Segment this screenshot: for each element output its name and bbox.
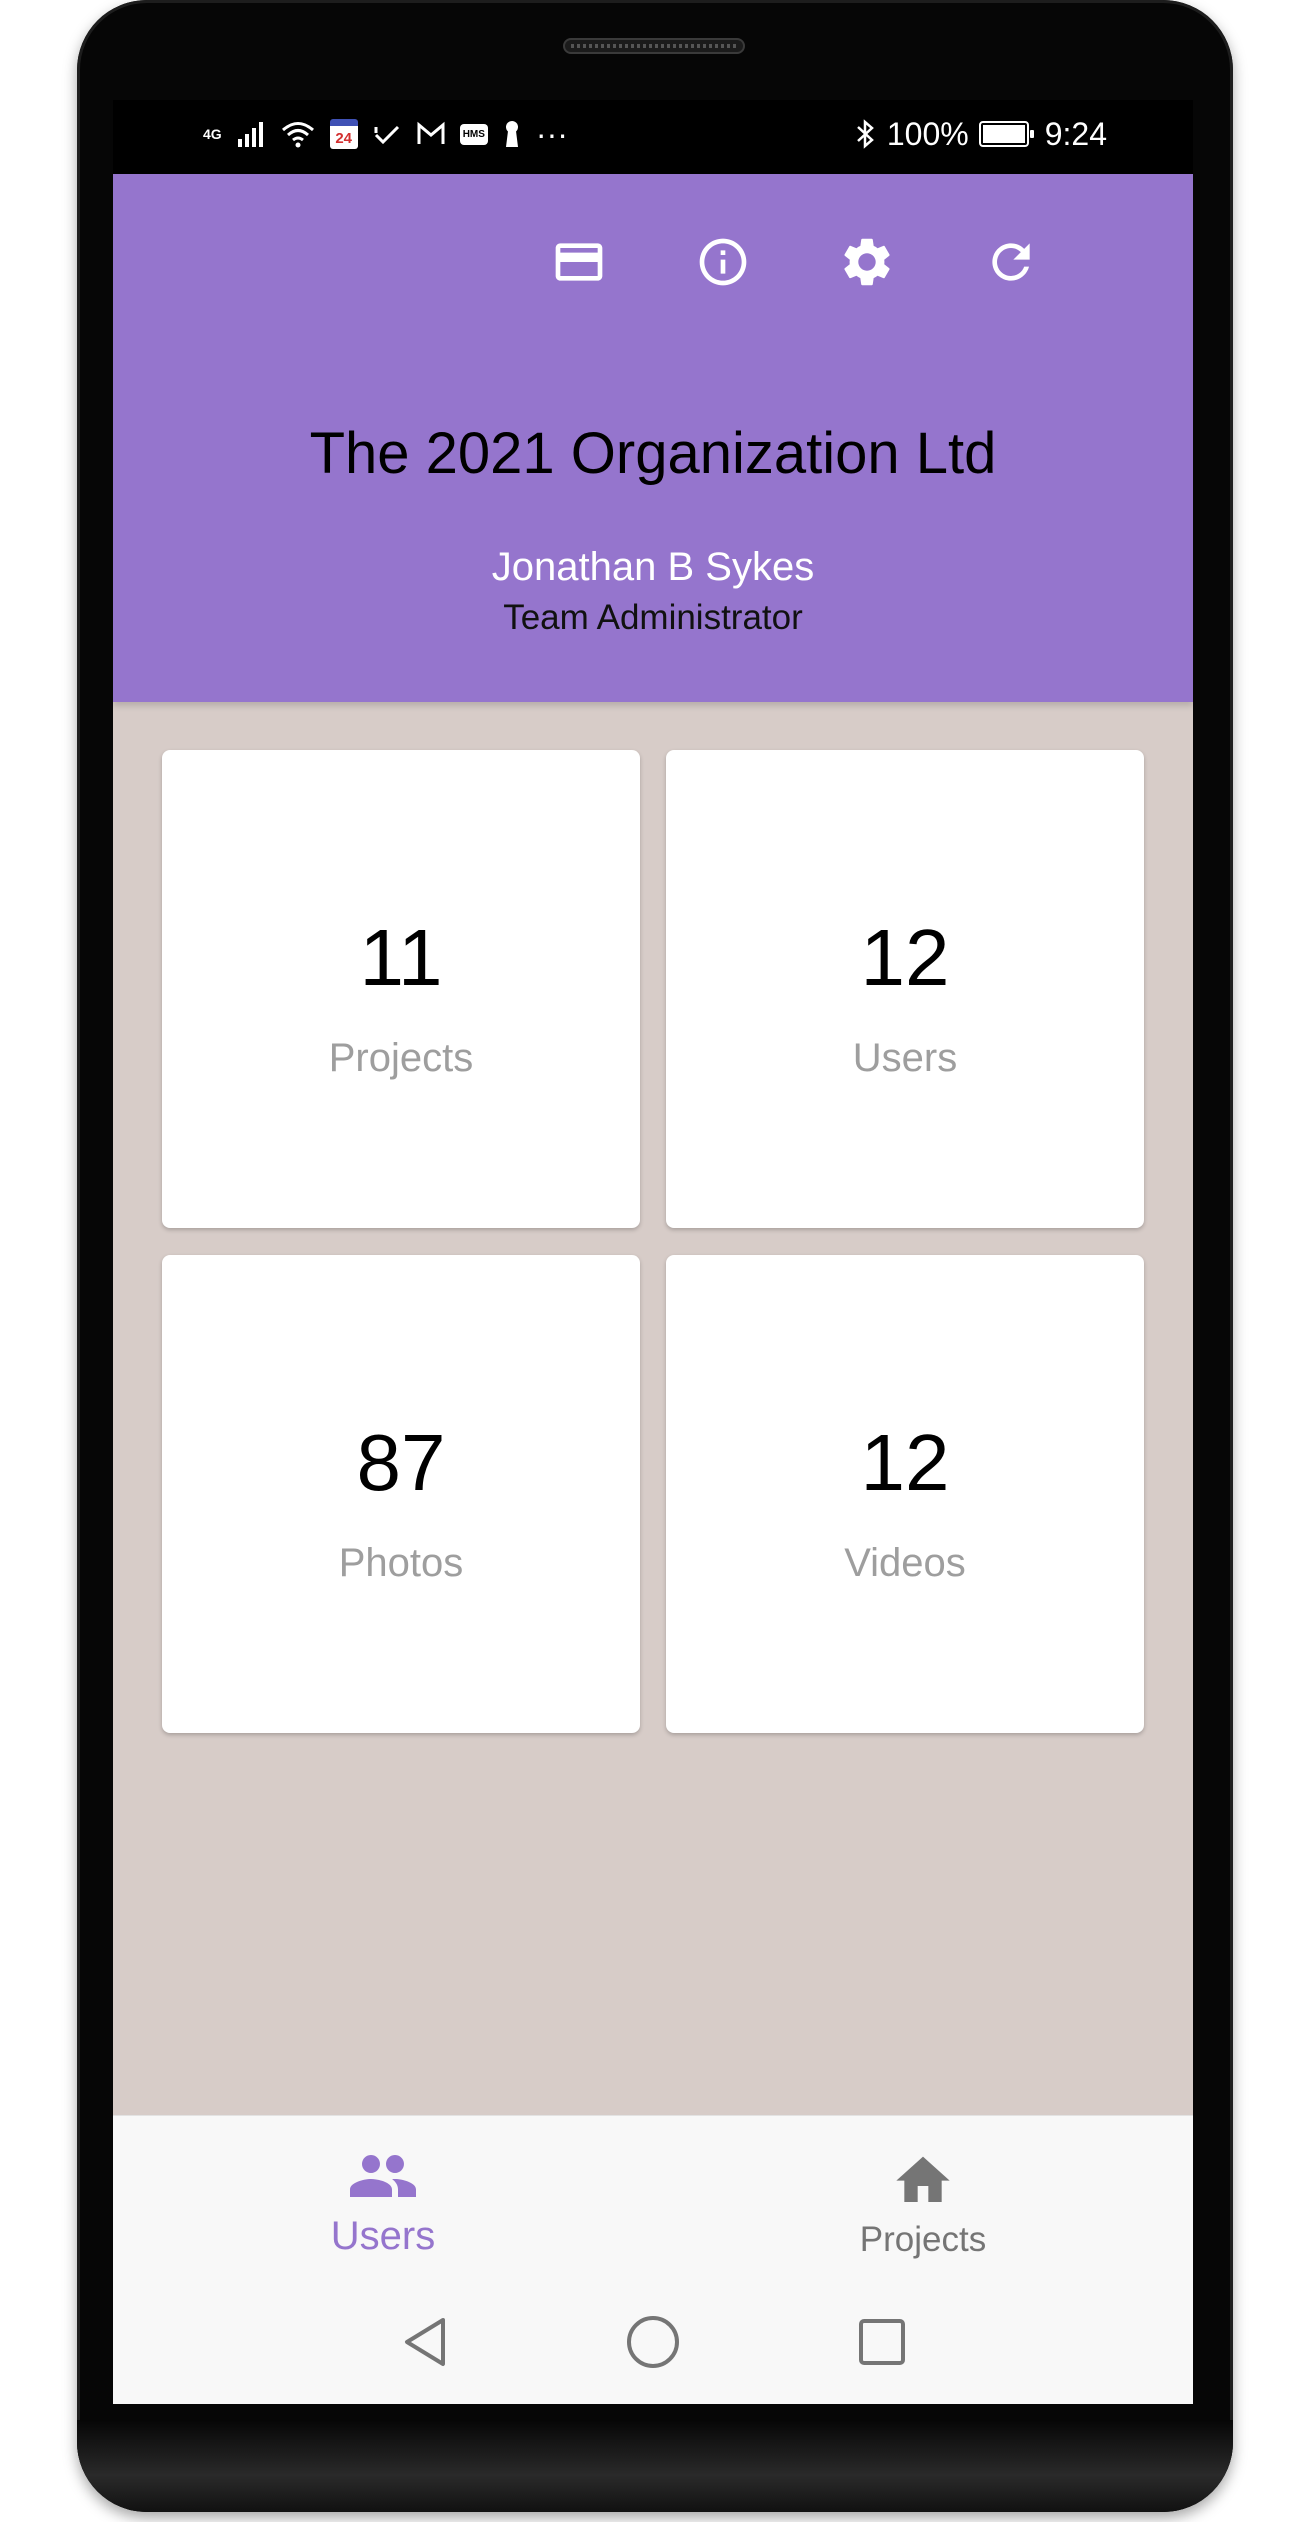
nav-icon-wrap bbox=[113, 2148, 653, 2204]
stat-card-photos[interactable]: 87 Photos bbox=[162, 1255, 640, 1733]
org-title: The 2021 Organization Ltd bbox=[309, 421, 997, 486]
recents-icon bbox=[859, 2319, 905, 2365]
speaker-grille bbox=[563, 38, 745, 54]
org-header: The 2021 Organization Ltd Jonathan B Syk… bbox=[113, 174, 1193, 702]
billing-button[interactable] bbox=[543, 226, 615, 298]
stat-card-users[interactable]: 12 Users bbox=[666, 750, 1144, 1228]
phone-frame-bottom bbox=[77, 2420, 1233, 2512]
network-type: 4G bbox=[203, 126, 222, 142]
refresh-button[interactable] bbox=[975, 226, 1047, 298]
back-button[interactable] bbox=[393, 2310, 457, 2374]
recents-button[interactable] bbox=[850, 2310, 914, 2374]
home-icon bbox=[896, 2156, 950, 2202]
credit-card-icon bbox=[555, 243, 603, 281]
settings-button[interactable] bbox=[831, 226, 903, 298]
stat-label: Photos bbox=[338, 1541, 464, 1585]
stat-label: Videos bbox=[844, 1541, 966, 1585]
settings-icon bbox=[844, 238, 890, 286]
stat-value: 12 bbox=[860, 1418, 950, 1507]
stat-label: Users bbox=[852, 1036, 958, 1080]
stat-value: 12 bbox=[860, 913, 950, 1002]
clock: 9:24 bbox=[1044, 115, 1107, 152]
keyhole-icon bbox=[505, 121, 518, 147]
calendar-icon: 24 bbox=[329, 119, 358, 149]
bottom-nav: Users Projects bbox=[113, 2115, 1193, 2281]
status-bar-right: 100% 9:24 bbox=[855, 114, 1107, 154]
stat-card-projects[interactable]: 11 Projects bbox=[162, 750, 640, 1228]
nav-label-users: Users bbox=[330, 2214, 436, 2258]
calendar-day: 24 bbox=[335, 130, 353, 147]
stat-card-videos[interactable]: 12 Videos bbox=[666, 1255, 1144, 1733]
status-bar: 4G 24 HMS ··· 100% 9:24 bbox=[113, 100, 1193, 174]
system-nav-bar bbox=[113, 2280, 1193, 2404]
nav-label-projects: Projects bbox=[859, 2220, 987, 2259]
status-bar-left: 4G 24 HMS ··· bbox=[203, 114, 568, 154]
bluetooth-icon bbox=[857, 119, 874, 149]
battery-icon bbox=[978, 121, 1034, 147]
nav-item-users[interactable]: Users bbox=[113, 2116, 653, 2281]
stat-label: Projects bbox=[328, 1036, 474, 1080]
nav-item-projects[interactable]: Projects bbox=[653, 2116, 1193, 2281]
nav-icon-wrap bbox=[653, 2148, 1193, 2208]
refresh-icon bbox=[992, 243, 1030, 281]
wifi-icon bbox=[281, 122, 314, 148]
user-name: Jonathan B Sykes bbox=[491, 545, 815, 589]
app-screen: 4G 24 HMS ··· 100% 9:24 The 2021 Organiz… bbox=[113, 100, 1193, 2404]
user-role: Team Administrator bbox=[503, 598, 803, 637]
signal-icon bbox=[237, 122, 263, 147]
battery-percent: 100% bbox=[886, 115, 969, 152]
gmail-icon bbox=[417, 121, 445, 144]
info-icon bbox=[699, 238, 747, 286]
info-button[interactable] bbox=[687, 226, 759, 298]
home-button[interactable] bbox=[621, 2310, 685, 2374]
stat-value: 11 bbox=[359, 913, 443, 1002]
people-icon bbox=[350, 2155, 416, 2197]
check-notification-icon bbox=[374, 125, 399, 145]
back-icon bbox=[405, 2318, 445, 2366]
stat-value: 87 bbox=[356, 1418, 446, 1507]
home-circle-icon bbox=[627, 2316, 679, 2368]
hms-badge: HMS bbox=[459, 123, 488, 145]
more-notifications: ··· bbox=[535, 115, 568, 152]
